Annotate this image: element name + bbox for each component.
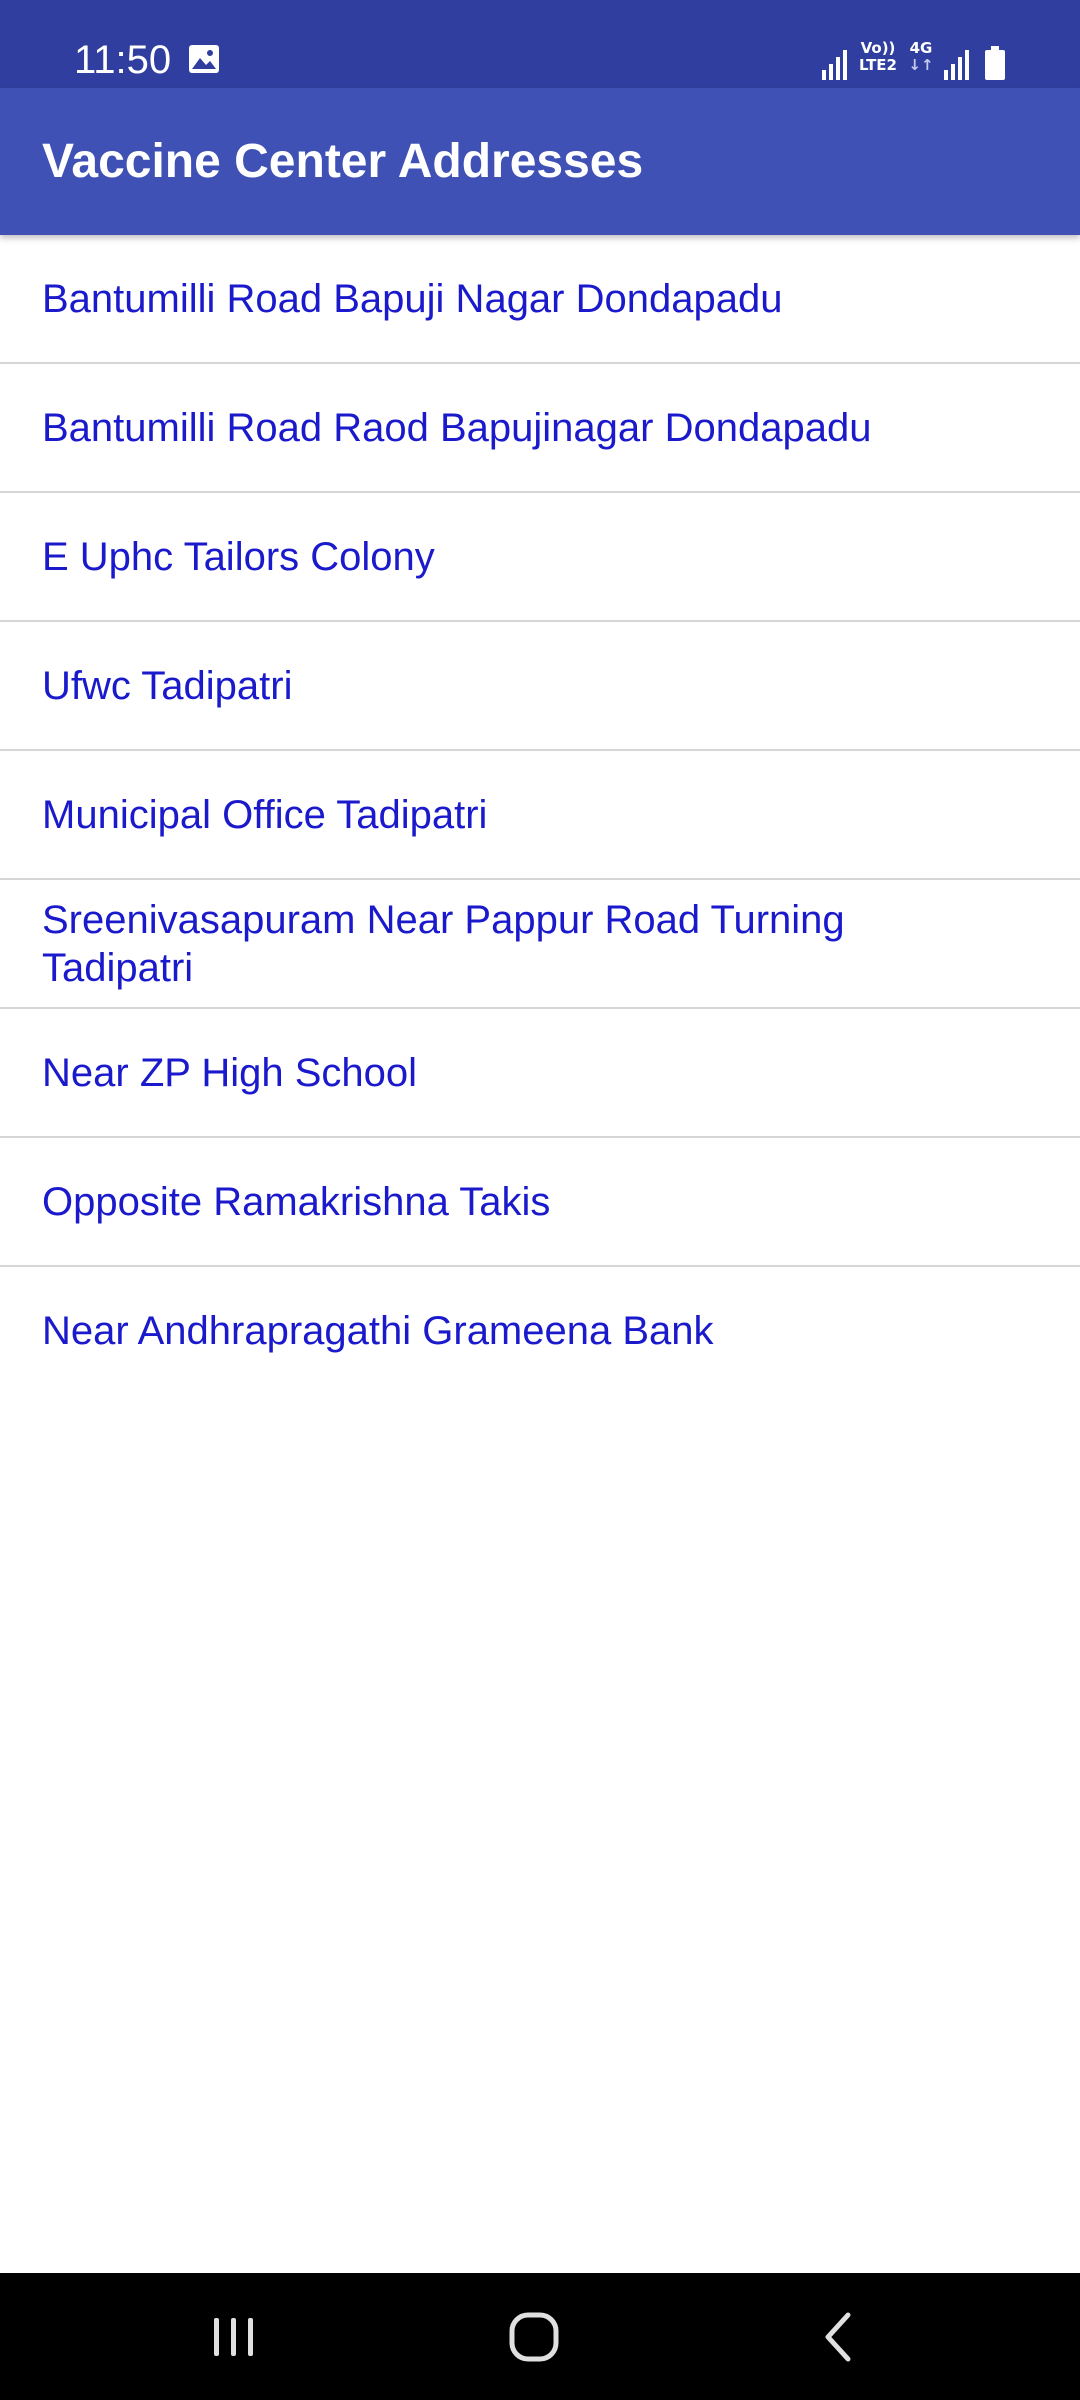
navigation-bar [0,2273,1080,2400]
back-icon [825,2312,851,2361]
list-item[interactable]: Bantumilli Road Bapuji Nagar Dondapadu [0,235,1080,364]
list-item-label: Bantumilli Road Raod Bapujinagar Dondapa… [42,405,872,450]
volte-line2: LTE2 [859,56,897,74]
network-arrows: ↓↑ [908,56,934,74]
recent-apps-button[interactable] [134,2273,334,2400]
signal-icon [822,50,847,80]
list-item-label: Municipal Office Tadipatri [42,792,488,837]
battery-icon [985,46,1005,80]
volte-icon: Vo)) LTE2 [856,38,900,80]
list-item[interactable]: Near Andhrapragathi Grameena Bank [0,1267,1080,1394]
list-item[interactable]: Opposite Ramakrishna Takis [0,1138,1080,1267]
list-item-label: Bantumilli Road Bapuji Nagar Dondapadu [42,276,783,321]
list-item-label: Near Andhrapragathi Grameena Bank [42,1308,714,1353]
home-icon [509,2312,559,2361]
screen: 11:50 Vo)) LTE2 4G ↓↑ Vaccine Center Add… [0,0,1080,2400]
network-type: 4G [909,39,933,57]
list-item[interactable]: Sreenivasapuram Near Pappur Road Turning… [0,880,1080,1009]
recent-apps-icon [214,2317,253,2356]
status-bar: 11:50 Vo)) LTE2 4G ↓↑ [0,0,1080,88]
list-item[interactable]: Bantumilli Road Raod Bapujinagar Dondapa… [0,364,1080,493]
signal-icon-sim2 [944,50,969,80]
list-item[interactable]: Municipal Office Tadipatri [0,751,1080,880]
list-item-label: Ufwc Tadipatri [42,663,293,708]
list-item[interactable]: Near ZP High School [0,1009,1080,1138]
app-bar: Vaccine Center Addresses [0,88,1080,235]
list-item-label: Near ZP High School [42,1050,417,1095]
volte-line1: Vo)) [860,39,896,57]
home-button[interactable] [434,2273,634,2400]
list-item-label: Sreenivasapuram Near Pappur Road Turning… [42,897,845,990]
status-icons: Vo)) LTE2 4G ↓↑ [820,40,1006,80]
page-title: Vaccine Center Addresses [42,135,644,188]
list-item[interactable]: Ufwc Tadipatri [0,622,1080,751]
address-list[interactable]: Bantumilli Road Bapuji Nagar Dondapadu B… [0,235,1080,1394]
list-item-label: E Uphc Tailors Colony [42,534,435,579]
network-4g-icon: 4G ↓↑ [906,40,936,80]
status-time: 11:50 [74,38,172,82]
back-button[interactable] [738,2273,938,2400]
list-item-label: Opposite Ramakrishna Takis [42,1179,551,1224]
list-item[interactable]: E Uphc Tailors Colony [0,493,1080,622]
gallery-icon [189,45,219,73]
